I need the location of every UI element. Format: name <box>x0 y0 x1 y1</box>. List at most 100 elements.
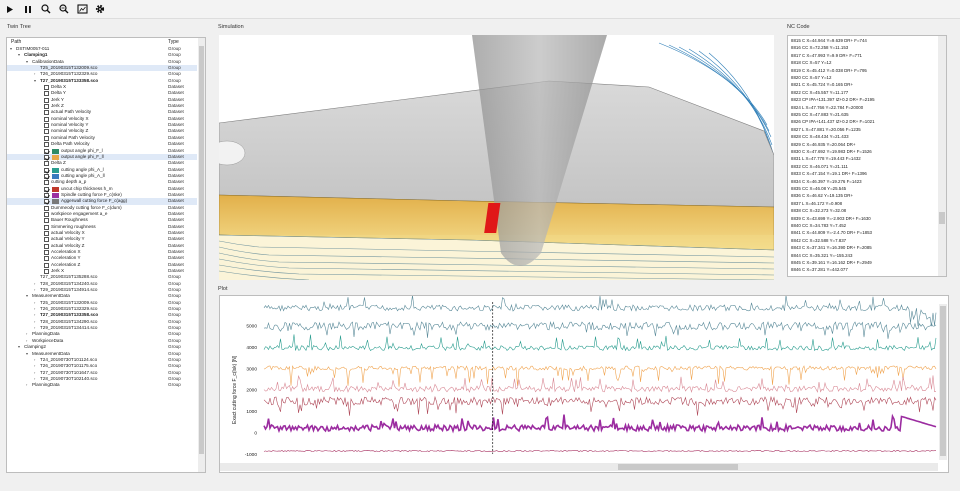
nc-code-line[interactable]: 8832 CC X=46.071 Y=21.111 <box>791 164 848 169</box>
tree-scrollbar[interactable] <box>198 38 205 472</box>
zoom-in-button[interactable] <box>39 2 53 16</box>
nc-code-panel[interactable]: 8815 C X=44.944 Y=9.639 DR+ F=744 8816 CC… <box>787 35 947 277</box>
plot-vscroll-thumb[interactable] <box>940 306 946 456</box>
dataset-checkbox[interactable] <box>44 85 49 91</box>
simulation-viewport[interactable] <box>219 35 774 280</box>
nc-code-line[interactable]: 8825 CC X=47.883 Y=21.635 <box>791 112 849 117</box>
tree-scroll-thumb[interactable] <box>199 46 204 454</box>
dataset-checkbox[interactable] <box>44 205 49 211</box>
nc-code-line[interactable]: 8830 C X=47.692 Y=19.983 DR+ F=1526 <box>791 149 872 154</box>
dataset-checkbox[interactable] <box>44 91 49 97</box>
nc-scrollbar[interactable] <box>938 36 946 276</box>
twin-tree-title: Twin Tree <box>7 24 31 30</box>
nc-code-line[interactable]: 8838 CC X=32.273 Y=32.08 <box>791 208 846 213</box>
dataset-checkbox[interactable] <box>44 256 49 262</box>
play-button[interactable] <box>3 2 17 16</box>
nc-code-line[interactable]: 8824 L X=47.766 Y=22.784 F=20000 <box>791 105 863 110</box>
nc-code-line[interactable]: 8822 CC X=45.557 Y=11.177 <box>791 90 848 95</box>
tree-row-type: Group <box>168 382 181 388</box>
plot-series-line <box>263 334 937 352</box>
plot-hscrollbar[interactable] <box>220 463 938 471</box>
dataset-checkbox[interactable] <box>44 250 49 255</box>
zoom-out-button[interactable] <box>57 2 71 16</box>
dataset-checkbox[interactable] <box>44 161 49 167</box>
nc-code-line[interactable]: 8827 L X=47.881 Y=20.056 F=1235 <box>791 127 861 132</box>
nc-code-line[interactable]: 8823 CP IPA+131.397 IZ+0.2 DR+ F=2195 <box>791 97 875 102</box>
nc-code-title: NC Code <box>787 24 810 30</box>
nc-code-line[interactable]: 8834 C X=46.397 Y=19.276 F=1423 <box>791 179 862 184</box>
dataset-checkbox[interactable] <box>44 97 49 103</box>
dataset-checkbox[interactable] <box>44 110 49 116</box>
nc-code-line[interactable]: 8845 C X=39.161 Y=16.162 DR+ F=2949 <box>791 260 872 265</box>
nc-code-line[interactable]: 8844 CC X=35.321 Y=-155.243 <box>791 253 852 258</box>
chevron-right-icon[interactable]: › <box>26 382 27 388</box>
pause-button[interactable] <box>21 2 35 16</box>
nc-code-line[interactable]: 8833 C X=47.154 Y=19.1 DR+ F=1396 <box>791 171 867 176</box>
dataset-checkbox[interactable] <box>44 237 49 243</box>
dataset-checkbox[interactable] <box>44 167 49 173</box>
nc-code-line[interactable]: 8818 CC X=57 Y=12 <box>791 60 831 65</box>
plot-panel[interactable]: Exact cutting force F_c(lsk) [N] 5000 400… <box>219 295 949 473</box>
nc-scroll-thumb[interactable] <box>939 212 945 224</box>
nc-code-line[interactable]: 8817 C X=47.993 Y=9.9 DR+ F=771 <box>791 53 862 58</box>
nc-code-line[interactable]: 8815 C X=44.944 Y=9.639 DR+ F=744 <box>791 38 867 43</box>
plot-title: Plot <box>218 286 228 292</box>
nc-code-line[interactable]: 8843 C X=37.341 Y=16.390 DR+ F=2085 <box>791 245 872 250</box>
dataset-checkbox[interactable] <box>44 199 49 205</box>
dataset-checkbox[interactable] <box>44 180 49 186</box>
plot-hscroll-thumb[interactable] <box>618 464 738 470</box>
tree-rows: ▾ DSTIM0057-011 Group ▾ Clamping1 Group ▾ Calib… <box>7 46 197 389</box>
dataset-checkbox[interactable] <box>44 116 49 122</box>
plot-series-line <box>263 395 937 416</box>
dataset-checkbox[interactable] <box>44 142 49 148</box>
dataset-checkbox[interactable] <box>44 224 49 230</box>
plot-vscrollbar[interactable] <box>939 304 947 460</box>
series-color-swatch <box>52 199 59 205</box>
play-icon <box>7 5 13 13</box>
nc-code-line[interactable]: 8819 C X=45.412 Y=0.038 DR+ F=795 <box>791 68 867 73</box>
nc-code-line[interactable]: 8816 CC X=72.258 Y=11.153 <box>791 45 848 50</box>
nc-code-line[interactable]: 8846 C X=37.281 Y=442.077 <box>791 267 848 272</box>
dataset-checkbox[interactable] <box>44 269 49 275</box>
tree-col-path[interactable]: Path <box>11 39 21 45</box>
dataset-checkbox[interactable] <box>44 135 49 141</box>
nc-code-line[interactable]: 8837 L X=46.172 Y=0.908 <box>791 201 842 206</box>
nc-code-line[interactable]: 8835 CC X=46.08 Y=25.545 <box>791 186 846 191</box>
plot-series-line <box>263 450 937 452</box>
tree-row[interactable]: › PlanningData Group <box>7 382 197 388</box>
dataset-checkbox[interactable] <box>44 123 49 129</box>
zoom-in-icon <box>41 4 51 14</box>
nc-code-line[interactable]: 8829 C X=46.935 Y=20.064 DR+ <box>791 142 856 147</box>
dataset-checkbox[interactable] <box>44 243 49 249</box>
nc-code-line[interactable]: 8840 CC X=34.783 Y=7.452 <box>791 223 846 228</box>
dataset-checkbox[interactable] <box>44 262 49 268</box>
dataset-checkbox[interactable] <box>44 230 49 236</box>
dataset-checkbox[interactable] <box>44 192 49 198</box>
tree-col-type[interactable]: Type <box>168 39 179 45</box>
nc-code-line[interactable]: 8842 CC X=32.588 Y=7.837 <box>791 238 846 243</box>
plot-ytick-label: 5000 <box>246 324 257 330</box>
dataset-checkbox[interactable] <box>44 148 49 154</box>
dataset-checkbox[interactable] <box>44 186 49 192</box>
nc-code-line[interactable]: 8831 L X=47.778 Y=19.443 F=1432 <box>791 156 861 161</box>
plot-ytick-label: 3000 <box>246 366 257 372</box>
nc-code-line[interactable]: 8821 C X=45.724 Y=0.165 DR+ <box>791 82 853 87</box>
fit-view-icon <box>76 4 88 14</box>
gear-icon <box>95 4 105 14</box>
nc-code-line[interactable]: 8826 CP IPA+141.437 IZ+0.2 DR+ F=1021 <box>791 119 875 124</box>
nc-code-line[interactable]: 8828 CC X=48.434 Y=21.433 <box>791 134 849 139</box>
series-color-swatch <box>52 192 59 198</box>
dataset-checkbox[interactable] <box>44 218 49 224</box>
settings-button[interactable] <box>93 2 107 16</box>
nc-code-line[interactable]: 8836 C X=46.62 Y=19.135 DR+ <box>791 193 853 198</box>
dataset-checkbox[interactable] <box>44 129 49 135</box>
fit-view-button[interactable] <box>75 2 89 16</box>
dataset-checkbox[interactable] <box>44 104 49 110</box>
dataset-checkbox[interactable] <box>44 154 49 160</box>
nc-code-line[interactable]: 8839 C X=43.699 Y=-2.903 DR+ F=1630 <box>791 216 871 221</box>
plot-ylabel: Exact cutting force F_c(lsk) [N] <box>232 355 238 424</box>
nc-code-line[interactable]: 8841 C X=44.809 Y=-2.4.70 DR+ F=1853 <box>791 230 872 235</box>
dataset-checkbox[interactable] <box>44 173 49 179</box>
dataset-checkbox[interactable] <box>44 211 49 217</box>
nc-code-line[interactable]: 8820 CC X=57 Y=12 <box>791 75 831 80</box>
